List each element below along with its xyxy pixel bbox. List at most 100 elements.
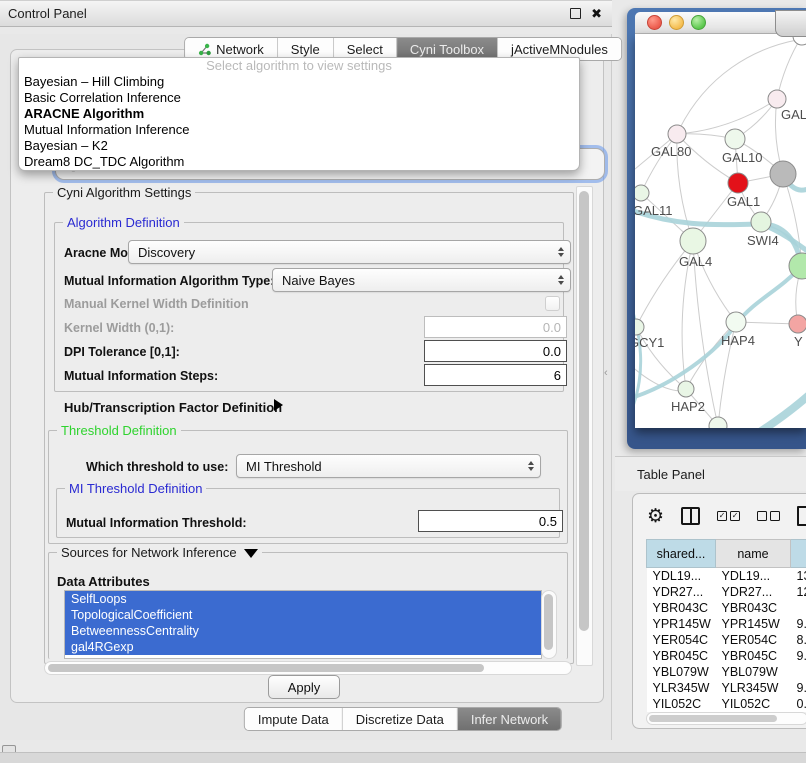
close-panel-icon[interactable]: ✖	[591, 9, 602, 18]
table-panel-header: Table Panel	[615, 456, 806, 491]
table-row[interactable]: YIL052CYIL052C0.	[647, 696, 806, 712]
node-label: GAL80	[651, 144, 691, 159]
cyni-mode-tabs: Impute DataDiscretize DataInfer Network	[244, 707, 562, 731]
kernel-width-value: 0.0	[543, 320, 561, 335]
table-panel-title: Table Panel	[615, 467, 705, 482]
mi-threshold-title: MI Threshold Definition	[65, 481, 206, 496]
table-row[interactable]: YBR043CYBR043C	[647, 600, 806, 616]
dpi-tolerance-field[interactable]: 0.0	[424, 340, 567, 362]
data-attributes-label: Data Attributes	[57, 574, 150, 589]
minimize-window-icon[interactable]	[669, 15, 684, 30]
network-edge	[777, 36, 802, 99]
panel-divider-grip[interactable]: ‹	[604, 367, 608, 379]
node-label: GAL11	[635, 203, 673, 218]
aracne-mode-value: Discovery	[138, 245, 195, 260]
algorithm-option[interactable]: Bayesian – K2	[19, 138, 579, 154]
column-header[interactable]: name	[716, 540, 791, 568]
deselect-all-checks-icon[interactable]	[757, 511, 780, 521]
node-label: GAL4	[679, 254, 712, 269]
table-row[interactable]: YLR345WYLR345W9.	[647, 680, 806, 696]
mi-steps-label: Mutual Information Steps:	[64, 369, 218, 383]
data-attributes-list[interactable]: SelfLoopsTopologicalCoefficientBetweenne…	[64, 590, 542, 659]
kernel-width-field: 0.0	[424, 316, 567, 338]
dpi-tolerance-label: DPI Tolerance [0,1]:	[64, 345, 180, 359]
mi-steps-field[interactable]: 6	[424, 364, 567, 386]
network-view-window: GALGAL80GAL10GAL1GAL11SWI4GAL4HAP4YGCY1H…	[627, 8, 806, 449]
apply-button[interactable]: Apply	[268, 675, 340, 699]
tab-infer-network[interactable]: Infer Network	[458, 708, 561, 730]
float-panel-icon[interactable]	[570, 8, 581, 19]
network-node-gray-hub	[770, 161, 796, 187]
node-table[interactable]: shared...nameYDL19...YDL19...13YDR27...Y…	[646, 539, 806, 712]
network-node-salmon	[789, 315, 806, 333]
node-label: GAL	[781, 107, 806, 122]
algorithm-placeholder: Select algorithm to view settings	[19, 58, 579, 74]
network-node-gal80	[668, 125, 686, 143]
table-row[interactable]: YDR27...YDR27...12	[647, 584, 806, 600]
node-label: Y	[794, 334, 803, 349]
network-node-hap4	[726, 312, 746, 332]
expand-hub-icon[interactable]	[274, 399, 283, 411]
network-node-gal10	[725, 129, 745, 149]
network-canvas[interactable]: GALGAL80GAL10GAL1GAL11SWI4GAL4HAP4YGCY1H…	[635, 34, 806, 428]
close-window-icon[interactable]	[647, 15, 662, 30]
data-attribute-item[interactable]: SelfLoops	[65, 591, 541, 607]
settings-vertical-scrollbar[interactable]	[576, 186, 593, 666]
algorithm-option[interactable]: Bayesian – Hill Climbing	[19, 74, 579, 90]
column-header[interactable]	[791, 540, 806, 568]
column-header[interactable]: shared...	[647, 540, 716, 568]
apply-button-label: Apply	[288, 680, 321, 695]
zoom-window-icon[interactable]	[691, 15, 706, 30]
network-node-gcy1	[635, 319, 644, 335]
threshold-definition-title: Threshold Definition	[57, 423, 181, 438]
algorithm-definition-title: Algorithm Definition	[63, 215, 184, 230]
tab-discretize-data[interactable]: Discretize Data	[343, 708, 458, 730]
mi-threshold-field[interactable]: 0.5	[418, 510, 563, 532]
background-window-fragment	[775, 10, 806, 37]
select-all-checks-icon[interactable]: ✓✓	[717, 511, 740, 521]
table-row[interactable]: YPR145WYPR145W9.	[647, 616, 806, 632]
node-label: HAP2	[671, 399, 705, 414]
table-row[interactable]: YBR045CYBR045C9.	[647, 648, 806, 664]
kernel-width-label: Kernel Width (0,1):	[64, 321, 174, 335]
document-icon[interactable]	[797, 506, 806, 526]
collapse-sources-icon[interactable]	[244, 549, 258, 558]
algorithm-option[interactable]: Mutual Information Inference	[19, 122, 579, 138]
mi-type-combo[interactable]: Naive Bayes	[272, 268, 571, 292]
split-columns-icon[interactable]	[681, 507, 700, 525]
network-edge-highlighted	[635, 267, 801, 400]
network-node-gal11	[635, 185, 649, 201]
network-edge	[677, 99, 777, 134]
settings-horizontal-scrollbar[interactable]	[44, 661, 572, 675]
data-attribute-item[interactable]: BetweennessCentrality	[65, 623, 541, 639]
mi-steps-value: 6	[554, 368, 561, 383]
tab-impute-data[interactable]: Impute Data	[245, 708, 343, 730]
data-attribute-item[interactable]: TopologicalCoefficient	[65, 607, 541, 623]
cyni-algorithm-settings-title: Cyni Algorithm Settings	[53, 185, 195, 200]
control-panel-titlebar: Control Panel ✖	[0, 0, 612, 27]
table-horizontal-scrollbar[interactable]	[646, 712, 806, 725]
settings-gear-icon[interactable]: ⚙	[647, 507, 664, 526]
table-panel-card: ⚙ ✓✓ shared...nameYDL19...YDL19...13YDR2…	[632, 493, 806, 729]
algorithm-option[interactable]: ARACNE Algorithm	[19, 106, 579, 122]
manual-kernel-checkbox[interactable]	[545, 296, 560, 311]
which-threshold-combo[interactable]: MI Threshold	[236, 454, 541, 478]
network-svg: GALGAL80GAL10GAL1GAL11SWI4GAL4HAP4YGCY1H…	[635, 34, 806, 428]
aracne-mode-combo[interactable]: Discovery	[128, 240, 571, 264]
which-threshold-label: Which threshold to use:	[86, 460, 228, 474]
algorithm-option[interactable]: Dream8 DC_TDC Algorithm	[19, 154, 579, 170]
table-row[interactable]: YER054CYER054C8.	[647, 632, 806, 648]
combo-arrows-icon	[558, 247, 564, 257]
mi-threshold-label: Mutual Information Threshold:	[66, 516, 247, 530]
table-row[interactable]: YBL079WYBL079W	[647, 664, 806, 680]
status-bar	[0, 752, 806, 763]
node-label: SWI4	[747, 233, 779, 248]
combo-arrows-icon	[528, 461, 534, 471]
node-label: GAL10	[722, 150, 762, 165]
algorithm-option[interactable]: Basic Correlation Inference	[19, 90, 579, 106]
attributes-list-scrollbar[interactable]	[541, 590, 557, 659]
data-attribute-item[interactable]: gal4RGexp	[65, 639, 541, 655]
table-row[interactable]: YDL19...YDL19...13	[647, 568, 806, 585]
mi-type-value: Naive Bayes	[282, 273, 355, 288]
dpi-tolerance-value: 0.0	[543, 344, 561, 359]
